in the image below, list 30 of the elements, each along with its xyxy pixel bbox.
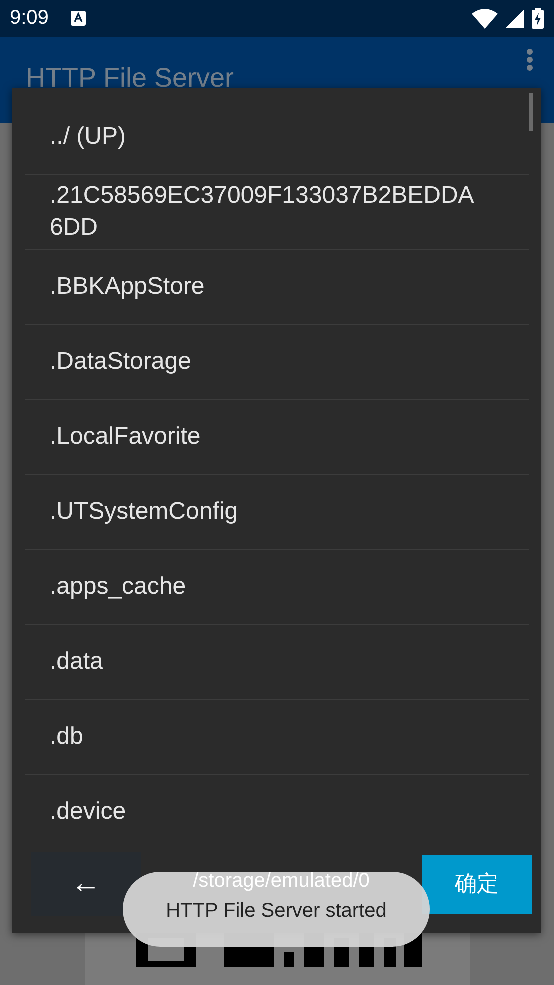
more-icon[interactable]: [526, 48, 534, 72]
folder-name: .DataStorage: [50, 347, 192, 377]
folder-item[interactable]: .DataStorage: [25, 325, 529, 400]
folder-name: .UTSystemConfig: [50, 497, 238, 527]
folder-item[interactable]: .db: [25, 700, 529, 775]
folder-item[interactable]: .device: [25, 775, 529, 847]
app-title: HTTP File Server: [26, 62, 234, 94]
folder-item[interactable]: .UTSystemConfig: [25, 475, 529, 550]
folder-item[interactable]: .LocalFavorite: [25, 400, 529, 475]
toast-message: HTTP File Server started: [166, 900, 387, 923]
status-time: 9:09: [10, 7, 49, 30]
folder-item[interactable]: .21C58569EC37009F133037B2BEDDA6DD: [25, 175, 529, 250]
folder-name: .data: [50, 647, 104, 677]
folder-name: .LocalFavorite: [50, 422, 201, 452]
folder-name: .db: [50, 722, 84, 752]
keyboard-icon: [70, 11, 86, 26]
wifi-icon: [472, 8, 498, 28]
signal-icon: [506, 10, 524, 28]
folder-name: .21C58569EC37009F133037B2BEDDA6DD: [50, 181, 476, 243]
battery-icon: [532, 8, 544, 29]
back-button[interactable]: ←: [31, 852, 141, 916]
folder-item[interactable]: ../ (UP): [25, 100, 529, 175]
folder-item[interactable]: .apps_cache: [25, 550, 529, 625]
scrollbar[interactable]: [529, 93, 533, 131]
folder-item[interactable]: .BBKAppStore: [25, 250, 529, 325]
folder-item[interactable]: .data: [25, 625, 529, 700]
folder-name: ../ (UP): [50, 122, 126, 152]
folder-name: .BBKAppStore: [50, 272, 205, 302]
folder-name: .apps_cache: [50, 572, 186, 602]
folder-name: .device: [50, 797, 126, 827]
